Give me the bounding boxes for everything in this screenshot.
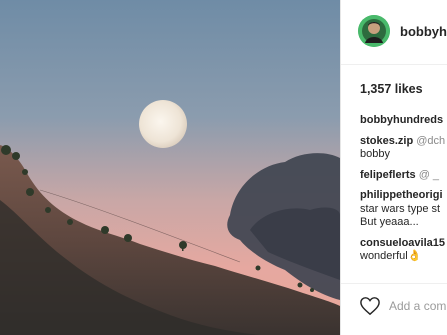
comment-item: philippetheorigi star wars type st But y… [360, 189, 447, 230]
add-comment-input[interactable]: Add a comm [389, 299, 447, 313]
comment-item: felipeflerts @ _ [360, 169, 447, 183]
comment-footer: Add a comm [341, 283, 447, 335]
comment-text: wonderful👌 [360, 250, 422, 262]
moon-landscape-image [0, 0, 340, 335]
comment-item: bobbyhundreds [360, 114, 447, 128]
avatar-image [358, 15, 390, 47]
comment-mention[interactable]: @ _ [419, 169, 439, 181]
post-username[interactable]: bobbyhu [400, 24, 447, 39]
comment-username[interactable]: stokes.zip [360, 135, 413, 147]
profile-avatar[interactable] [358, 15, 390, 47]
comment-text: star wars type st [360, 202, 441, 215]
post-photo[interactable] [0, 0, 340, 335]
post-sidebar: bobbyhu 1,357 likes bobbyhundreds stokes… [340, 0, 447, 335]
comment-username[interactable]: bobbyhundreds [360, 114, 443, 126]
comment-username[interactable]: consueloavila15 [360, 237, 445, 249]
comment-text: bobby [360, 148, 390, 160]
comment-list: bobbyhundreds stokes.zip @dch bobby feli… [360, 114, 447, 271]
comment-item: stokes.zip @dch bobby [360, 135, 447, 162]
comment-item: consueloavila15 wonderful👌 [360, 237, 447, 264]
heart-outline-icon[interactable] [359, 296, 381, 316]
post-header: bobbyhu [341, 0, 447, 65]
comment-text-continued: But yeaaa... [360, 216, 419, 228]
comment-username[interactable]: philippetheorigi [360, 189, 443, 201]
comment-username[interactable]: felipeflerts [360, 169, 416, 181]
like-count[interactable]: 1,357 likes [360, 82, 423, 96]
comment-mention[interactable]: @dch [416, 135, 445, 147]
